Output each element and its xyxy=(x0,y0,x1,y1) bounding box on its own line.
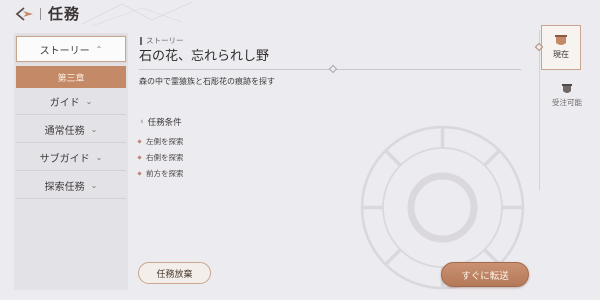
nav-item-label: 通常任務 xyxy=(44,126,85,137)
back-button[interactable] xyxy=(14,6,36,22)
nav-item-explore-quest[interactable]: 探索任務 ⌄ xyxy=(16,173,126,199)
chevron-left-icon: ‹ xyxy=(140,117,144,127)
right-divider xyxy=(539,30,540,190)
nav-subitem-chapter[interactable]: 第三章 xyxy=(16,66,126,88)
tab-acceptable[interactable]: 受注可能 xyxy=(543,80,591,112)
conditions-heading-text: 任務条件 xyxy=(147,118,182,128)
nav-item-label: サブガイド xyxy=(39,154,90,165)
bullet-icon xyxy=(137,154,142,160)
quest-description: 森の中で霊猿族と石彫花の痕跡を探す xyxy=(139,77,275,86)
nav-item-sub-guide[interactable]: サブガイド ⌄ xyxy=(16,145,126,171)
chevron-down-icon: ⌄ xyxy=(85,97,93,106)
tab-acceptable-label: 受注可能 xyxy=(552,98,582,107)
chevron-down-icon: ⌄ xyxy=(90,125,98,134)
condition-item: 右側を探索 xyxy=(137,149,184,165)
header-divider xyxy=(40,8,41,20)
tab-current[interactable]: 現在 xyxy=(541,25,581,70)
quest-category-nav: ストーリー ⌃ 第三章 ガイド ⌄ 通常任務 ⌄ サブガイド ⌄ 探索任務 ⌄ xyxy=(14,33,128,290)
conditions-list: 左側を探索 右側を探索 前方を探索 xyxy=(137,133,184,181)
condition-text: 右側を探索 xyxy=(146,152,184,162)
back-arrow-icon xyxy=(15,7,33,21)
header-decoration xyxy=(82,1,193,27)
nav-item-story[interactable]: ストーリー ⌃ xyxy=(16,36,126,62)
nav-item-normal-quest[interactable]: 通常任務 ⌄ xyxy=(16,117,126,143)
condition-item: 前方を探索 xyxy=(137,165,184,181)
nav-item-label: ストーリー xyxy=(39,45,90,57)
header-bar: 任務 xyxy=(0,0,600,28)
category-bar xyxy=(140,36,142,45)
condition-item: 左側を探索 xyxy=(137,133,184,149)
tab-current-label: 現在 xyxy=(553,50,569,59)
bullet-icon xyxy=(137,170,142,176)
nav-item-label: 探索任務 xyxy=(44,182,85,193)
conditions-heading: ‹ 任務条件 xyxy=(140,116,182,128)
divider-diamond-icon xyxy=(328,64,338,74)
chevron-up-icon: ⌃ xyxy=(95,44,103,54)
quest-title: 石の花、忘れられし野 xyxy=(139,49,270,64)
condition-text: 前方を探索 xyxy=(146,168,184,178)
nav-item-label: ガイド xyxy=(49,98,80,109)
page-title: 任務 xyxy=(48,5,81,23)
teleport-button[interactable]: すぐに転送 xyxy=(441,262,529,287)
chevron-down-icon: ⌄ xyxy=(95,153,103,162)
bullet-icon xyxy=(137,138,142,144)
quest-scroll-icon xyxy=(562,84,572,93)
condition-text: 左側を探索 xyxy=(146,136,184,146)
nav-item-guide[interactable]: ガイド ⌄ xyxy=(16,89,126,115)
chevron-down-icon: ⌄ xyxy=(90,181,98,190)
abandon-quest-button[interactable]: 任務放棄 xyxy=(138,262,211,284)
quest-scroll-icon xyxy=(555,35,567,45)
